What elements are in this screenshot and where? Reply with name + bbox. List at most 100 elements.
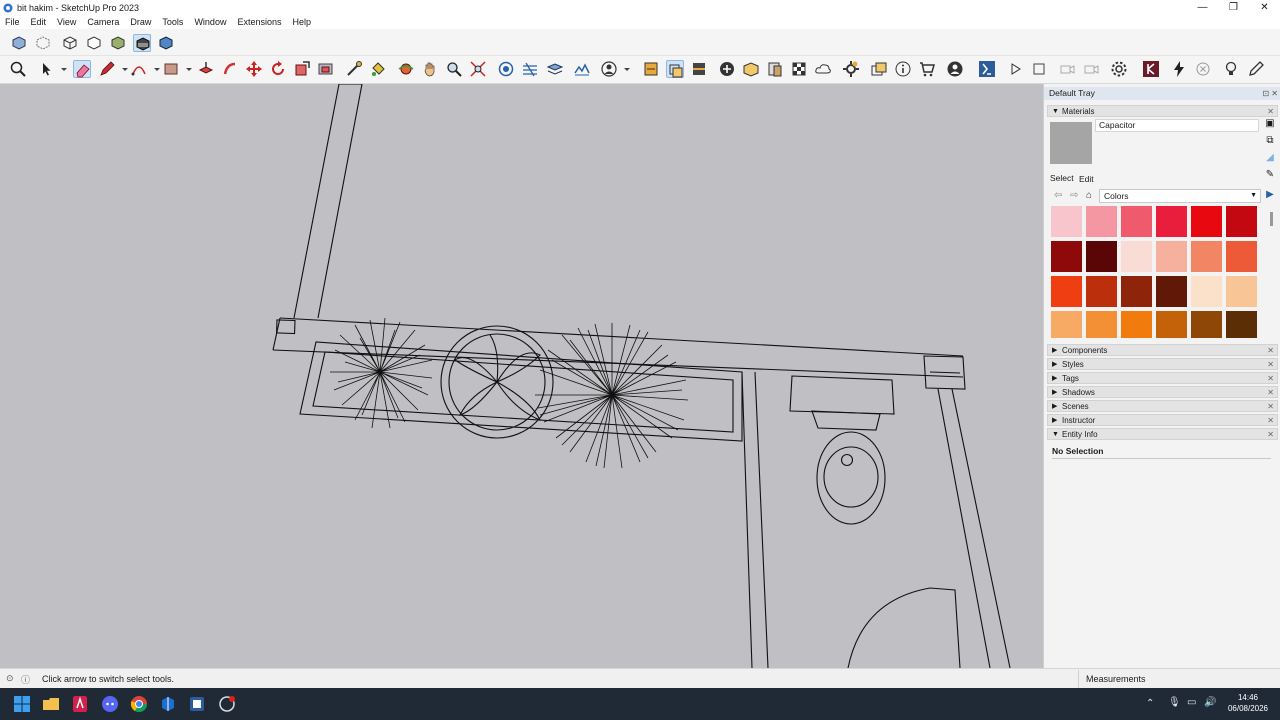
panel-instructor[interactable]: ▶ Instructor ✕	[1047, 414, 1278, 426]
color-swatch[interactable]	[1156, 276, 1187, 307]
scale-icon[interactable]	[293, 60, 311, 78]
sketchup-taskbar-icon[interactable]	[159, 695, 177, 713]
zoom-icon[interactable]	[445, 60, 463, 78]
panel-close-icon[interactable]: ✕	[1267, 373, 1274, 384]
profile-icon[interactable]	[946, 60, 964, 78]
color-swatch[interactable]	[1121, 241, 1152, 272]
line-dropdown-icon[interactable]	[116, 60, 128, 78]
menu-edit[interactable]: Edit	[26, 15, 53, 29]
extension-manager-icon[interactable]	[842, 60, 860, 78]
select-arrow-icon[interactable]	[37, 60, 55, 78]
color-swatch[interactable]	[1156, 311, 1187, 338]
color-swatch[interactable]	[1226, 276, 1257, 307]
panel-components[interactable]: ▶ Components ✕	[1047, 344, 1278, 356]
acrobat-icon[interactable]	[71, 695, 89, 713]
panel-materials[interactable]: ▼ Materials ✕	[1047, 105, 1278, 117]
info-status-icon[interactable]: ⓘ	[21, 673, 30, 686]
zoom-extents-icon[interactable]	[469, 60, 487, 78]
model-viewport[interactable]	[0, 84, 1043, 668]
eraser-icon[interactable]	[73, 60, 91, 78]
color-swatch[interactable]	[1051, 206, 1082, 237]
maximize-button[interactable]: ❐	[1218, 0, 1249, 15]
trimble-extension-icon[interactable]	[978, 60, 996, 78]
outliner-icon[interactable]	[870, 60, 888, 78]
material-name-input[interactable]: Capacitor	[1095, 119, 1259, 132]
orbit-icon[interactable]	[397, 60, 415, 78]
section-plane-icon[interactable]	[642, 60, 660, 78]
tab-select[interactable]: Select	[1050, 173, 1074, 183]
checker-texture-icon[interactable]	[790, 60, 808, 78]
menu-extensions[interactable]: Extensions	[232, 15, 287, 29]
color-swatch[interactable]	[1121, 206, 1152, 237]
stop-icon[interactable]	[1030, 60, 1048, 78]
color-swatch[interactable]	[1226, 206, 1257, 237]
color-swatch[interactable]	[1191, 276, 1222, 307]
video-icon[interactable]	[1082, 60, 1100, 78]
move-icon[interactable]	[245, 60, 263, 78]
chrome-icon[interactable]	[130, 695, 148, 713]
color-swatch[interactable]	[1086, 206, 1117, 237]
pen-icon[interactable]	[1247, 60, 1265, 78]
menu-camera[interactable]: Camera	[82, 15, 125, 29]
zoom-search-icon[interactable]	[9, 60, 27, 78]
forward-arrow-icon[interactable]: ⇨	[1070, 190, 1078, 201]
hidden-line-icon[interactable]	[85, 34, 103, 52]
geo-status-icon[interactable]: ⊙	[6, 673, 14, 684]
library-select[interactable]: Colors ▼	[1099, 189, 1261, 203]
color-swatch[interactable]	[1121, 311, 1152, 338]
light-bulb-icon[interactable]	[1222, 60, 1240, 78]
warehouse-globe-icon[interactable]	[497, 60, 515, 78]
discord-icon[interactable]	[101, 695, 119, 713]
details-arrow-icon[interactable]: ▶	[1263, 189, 1277, 203]
arc-dropdown-icon[interactable]	[148, 60, 160, 78]
xray-style-icon[interactable]	[10, 34, 28, 52]
tray-close-icon[interactable]: ✕	[1271, 89, 1278, 98]
account-icon[interactable]	[600, 60, 618, 78]
section-cut-icon[interactable]	[690, 60, 708, 78]
enscape-icon[interactable]	[1142, 60, 1160, 78]
settings-gear-icon[interactable]	[1110, 60, 1128, 78]
back-edges-icon[interactable]	[34, 34, 52, 52]
color-swatch[interactable]	[1191, 311, 1222, 338]
add-location-icon[interactable]	[718, 60, 736, 78]
panel-close-icon[interactable]: ✕	[1267, 415, 1274, 426]
color-swatch[interactable]	[1226, 241, 1257, 272]
panel-close-icon[interactable]: ✕	[1267, 401, 1274, 412]
layout-app-icon[interactable]	[188, 695, 206, 713]
menu-window[interactable]: Window	[189, 15, 232, 29]
offset-icon[interactable]	[317, 60, 335, 78]
shopping-cart-icon[interactable]	[918, 60, 936, 78]
cancel-circle-icon[interactable]	[1194, 60, 1212, 78]
line-pencil-icon[interactable]	[98, 60, 116, 78]
info-icon[interactable]	[894, 60, 912, 78]
panel-close-icon[interactable]: ✕	[1267, 106, 1274, 117]
system-clock[interactable]: 14:46 06/08/2026	[1222, 692, 1274, 714]
sample-paint-icon[interactable]: ◢	[1263, 152, 1277, 166]
arc-icon[interactable]	[130, 60, 148, 78]
swatch-scrollbar[interactable]	[1269, 206, 1275, 338]
rotate-icon[interactable]	[269, 60, 287, 78]
show-hidden-icons-icon[interactable]: ⌃	[1146, 698, 1154, 709]
display-secondary-icon[interactable]: ▣	[1263, 118, 1277, 132]
push-pull-icon[interactable]	[197, 60, 215, 78]
menu-help[interactable]: Help	[287, 15, 317, 29]
panel-close-icon[interactable]: ✕	[1267, 387, 1274, 398]
measurements-box[interactable]: Measurements	[1078, 670, 1280, 688]
color-swatch[interactable]	[1086, 241, 1117, 272]
color-swatch[interactable]	[1051, 241, 1082, 272]
terrain-icon[interactable]	[573, 60, 591, 78]
panel-close-icon[interactable]: ✕	[1267, 345, 1274, 356]
geolocation-icon[interactable]	[742, 60, 760, 78]
display-section-icon[interactable]	[666, 60, 684, 78]
color-swatch[interactable]	[1051, 311, 1082, 338]
rectangle-icon[interactable]	[162, 60, 180, 78]
eyedropper-icon[interactable]: ✎	[1263, 169, 1277, 183]
follow-me-icon[interactable]	[221, 60, 239, 78]
tab-edit[interactable]: Edit	[1079, 174, 1094, 184]
sandbox-icon[interactable]	[521, 60, 539, 78]
rectangle-dropdown-icon[interactable]	[180, 60, 192, 78]
account-dropdown-icon[interactable]	[618, 60, 630, 78]
lightning-icon[interactable]	[1170, 60, 1188, 78]
shaded-icon[interactable]	[109, 34, 127, 52]
cloud-upload-icon[interactable]	[814, 60, 832, 78]
